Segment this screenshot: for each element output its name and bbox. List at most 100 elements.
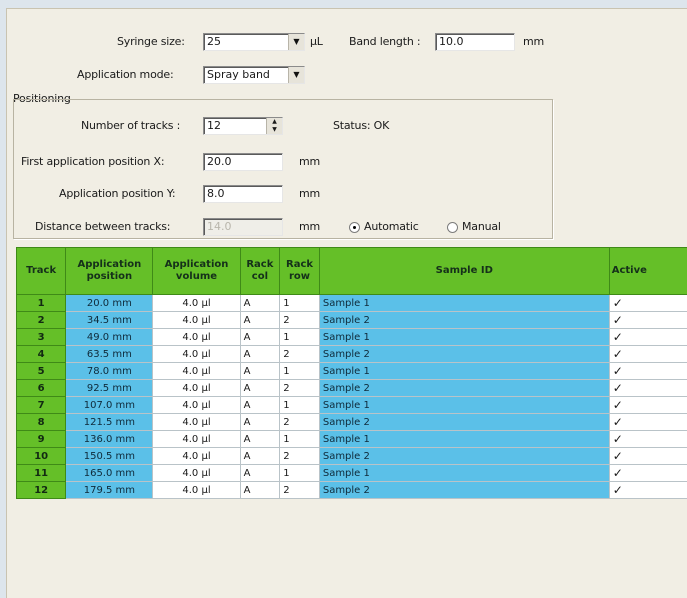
radio-selected-icon[interactable]	[349, 222, 360, 233]
radio-unselected-icon[interactable]	[447, 222, 458, 233]
table-row[interactable]: 12179.5 mm4.0 µlA2Sample 2✓	[17, 482, 687, 499]
application-mode-select[interactable]: Spray band ▼	[203, 66, 305, 84]
distance-between-tracks-input[interactable]: 14.0	[203, 218, 283, 236]
cell-sample-id[interactable]: Sample 2	[319, 482, 609, 499]
table-row[interactable]: 9136.0 mm4.0 µlA1Sample 1✓	[17, 431, 687, 448]
cell-track[interactable]: 12	[17, 482, 66, 499]
cell-rack-col[interactable]: A	[240, 363, 280, 380]
cell-rack-row[interactable]: 2	[280, 414, 320, 431]
cell-sample-id[interactable]: Sample 2	[319, 414, 609, 431]
cell-rack-row[interactable]: 1	[280, 465, 320, 482]
cell-application-position[interactable]: 63.5 mm	[66, 346, 153, 363]
cell-active-checkbox[interactable]: ✓	[609, 380, 687, 397]
cell-rack-col[interactable]: A	[240, 448, 280, 465]
cell-application-position[interactable]: 20.0 mm	[66, 295, 153, 312]
table-row[interactable]: 234.5 mm4.0 µlA2Sample 2✓	[17, 312, 687, 329]
cell-track[interactable]: 5	[17, 363, 66, 380]
cell-rack-row[interactable]: 1	[280, 295, 320, 312]
cell-sample-id[interactable]: Sample 2	[319, 346, 609, 363]
table-row[interactable]: 463.5 mm4.0 µlA2Sample 2✓	[17, 346, 687, 363]
cell-active-checkbox[interactable]: ✓	[609, 482, 687, 499]
cell-track[interactable]: 2	[17, 312, 66, 329]
cell-application-volume[interactable]: 4.0 µl	[153, 329, 240, 346]
cell-active-checkbox[interactable]: ✓	[609, 363, 687, 380]
radio-manual[interactable]: Manual	[447, 220, 501, 233]
cell-rack-col[interactable]: A	[240, 295, 280, 312]
cell-application-position[interactable]: 107.0 mm	[66, 397, 153, 414]
cell-application-volume[interactable]: 4.0 µl	[153, 448, 240, 465]
col-header-sample-id[interactable]: Sample ID	[319, 248, 609, 295]
cell-application-volume[interactable]: 4.0 µl	[153, 380, 240, 397]
band-length-input[interactable]: 10.0	[435, 33, 515, 51]
cell-rack-col[interactable]: A	[240, 482, 280, 499]
table-row[interactable]: 692.5 mm4.0 µlA2Sample 2✓	[17, 380, 687, 397]
cell-application-position[interactable]: 179.5 mm	[66, 482, 153, 499]
cell-track[interactable]: 6	[17, 380, 66, 397]
cell-rack-col[interactable]: A	[240, 397, 280, 414]
cell-rack-row[interactable]: 2	[280, 346, 320, 363]
cell-rack-col[interactable]: A	[240, 312, 280, 329]
cell-track[interactable]: 7	[17, 397, 66, 414]
cell-application-volume[interactable]: 4.0 µl	[153, 346, 240, 363]
chevron-down-icon[interactable]: ▼	[288, 34, 304, 50]
cell-rack-col[interactable]: A	[240, 465, 280, 482]
number-of-tracks-spinner[interactable]: 12 ▲ ▼	[203, 117, 283, 135]
cell-rack-col[interactable]: A	[240, 380, 280, 397]
cell-application-volume[interactable]: 4.0 µl	[153, 363, 240, 380]
col-header-rack-row[interactable]: Rack row	[280, 248, 320, 295]
cell-application-volume[interactable]: 4.0 µl	[153, 295, 240, 312]
table-row[interactable]: 578.0 mm4.0 µlA1Sample 1✓	[17, 363, 687, 380]
cell-application-volume[interactable]: 4.0 µl	[153, 414, 240, 431]
cell-rack-row[interactable]: 1	[280, 397, 320, 414]
first-position-x-input[interactable]: 20.0	[203, 153, 283, 171]
cell-sample-id[interactable]: Sample 2	[319, 312, 609, 329]
table-row[interactable]: 10150.5 mm4.0 µlA2Sample 2✓	[17, 448, 687, 465]
cell-rack-row[interactable]: 2	[280, 482, 320, 499]
cell-track[interactable]: 1	[17, 295, 66, 312]
col-header-rack-col[interactable]: Rack col	[240, 248, 280, 295]
cell-sample-id[interactable]: Sample 2	[319, 448, 609, 465]
spin-up-icon[interactable]: ▲	[267, 118, 282, 126]
chevron-down-icon[interactable]: ▼	[288, 67, 304, 83]
cell-rack-row[interactable]: 2	[280, 448, 320, 465]
col-header-application-position[interactable]: Application position	[66, 248, 153, 295]
cell-active-checkbox[interactable]: ✓	[609, 312, 687, 329]
cell-application-position[interactable]: 165.0 mm	[66, 465, 153, 482]
cell-application-position[interactable]: 92.5 mm	[66, 380, 153, 397]
radio-automatic[interactable]: Automatic	[349, 220, 419, 233]
table-row[interactable]: 8121.5 mm4.0 µlA2Sample 2✓	[17, 414, 687, 431]
cell-active-checkbox[interactable]: ✓	[609, 414, 687, 431]
col-header-track[interactable]: Track	[17, 248, 66, 295]
cell-track[interactable]: 10	[17, 448, 66, 465]
cell-sample-id[interactable]: Sample 1	[319, 431, 609, 448]
col-header-active[interactable]: Active	[609, 248, 687, 295]
cell-application-position[interactable]: 150.5 mm	[66, 448, 153, 465]
cell-application-volume[interactable]: 4.0 µl	[153, 482, 240, 499]
cell-rack-col[interactable]: A	[240, 414, 280, 431]
cell-rack-col[interactable]: A	[240, 329, 280, 346]
cell-active-checkbox[interactable]: ✓	[609, 346, 687, 363]
cell-application-position[interactable]: 49.0 mm	[66, 329, 153, 346]
cell-sample-id[interactable]: Sample 1	[319, 465, 609, 482]
position-y-input[interactable]: 8.0	[203, 185, 283, 203]
cell-application-volume[interactable]: 4.0 µl	[153, 397, 240, 414]
col-header-application-volume[interactable]: Application volume	[153, 248, 240, 295]
spin-down-icon[interactable]: ▼	[267, 126, 282, 134]
cell-track[interactable]: 4	[17, 346, 66, 363]
cell-active-checkbox[interactable]: ✓	[609, 431, 687, 448]
table-row[interactable]: 7107.0 mm4.0 µlA1Sample 1✓	[17, 397, 687, 414]
cell-track[interactable]: 3	[17, 329, 66, 346]
cell-track[interactable]: 8	[17, 414, 66, 431]
cell-application-position[interactable]: 121.5 mm	[66, 414, 153, 431]
cell-active-checkbox[interactable]: ✓	[609, 295, 687, 312]
cell-active-checkbox[interactable]: ✓	[609, 448, 687, 465]
cell-application-position[interactable]: 136.0 mm	[66, 431, 153, 448]
cell-application-volume[interactable]: 4.0 µl	[153, 312, 240, 329]
spinner-arrows[interactable]: ▲ ▼	[266, 118, 282, 134]
cell-track[interactable]: 9	[17, 431, 66, 448]
cell-active-checkbox[interactable]: ✓	[609, 397, 687, 414]
cell-sample-id[interactable]: Sample 1	[319, 295, 609, 312]
cell-application-position[interactable]: 34.5 mm	[66, 312, 153, 329]
cell-rack-col[interactable]: A	[240, 431, 280, 448]
cell-application-volume[interactable]: 4.0 µl	[153, 431, 240, 448]
